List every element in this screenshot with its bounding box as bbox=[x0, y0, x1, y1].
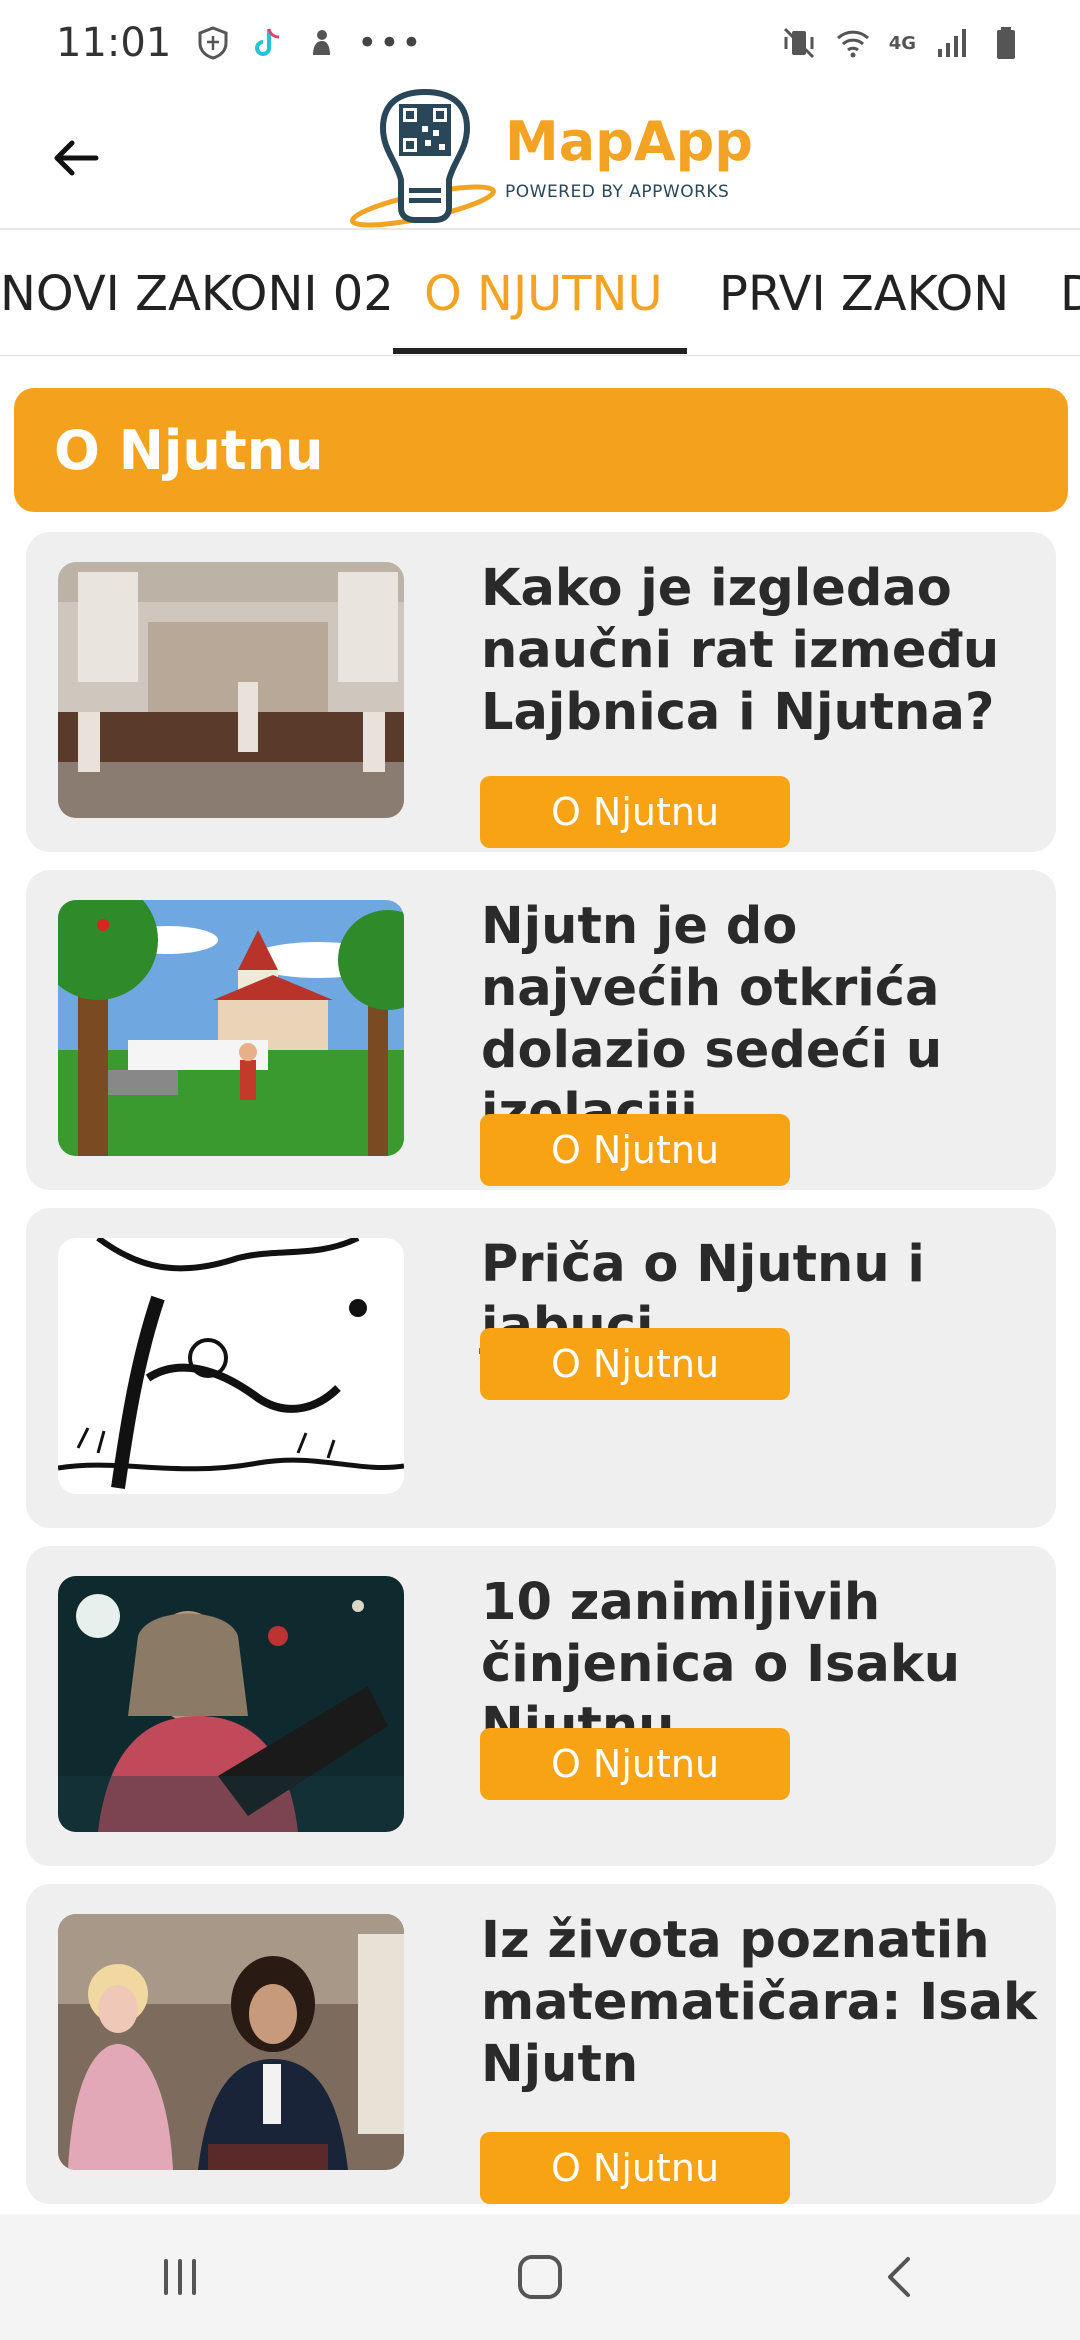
tab-o-njutnu[interactable]: O NJUTNU bbox=[424, 232, 663, 356]
shield-icon bbox=[198, 26, 228, 60]
app-header: MapApp POWERED BY APPWORKS bbox=[0, 86, 1080, 230]
signal-icon bbox=[938, 29, 966, 57]
costume-scene-image bbox=[58, 1914, 404, 2170]
home-icon bbox=[518, 2255, 562, 2299]
section-title: O Njutnu bbox=[54, 418, 324, 482]
section-header: O Njutnu bbox=[14, 388, 1068, 512]
article-card[interactable]: Njutn je do najvećih otkrića dolazio sed… bbox=[26, 870, 1056, 1190]
recent-apps-button[interactable] bbox=[120, 2227, 240, 2327]
app-name: MapApp bbox=[505, 110, 753, 173]
app-logo: MapApp POWERED BY APPWORKS bbox=[345, 88, 765, 228]
app-notification-icon bbox=[313, 30, 331, 55]
system-back-button[interactable] bbox=[840, 2227, 960, 2327]
chapel-interior-image bbox=[58, 562, 404, 818]
newton-portrait-image bbox=[58, 1576, 404, 1832]
vibrate-mute-icon bbox=[783, 27, 814, 59]
article-thumbnail bbox=[58, 1238, 404, 1494]
system-icons: 4G bbox=[781, 25, 1024, 61]
active-tab-indicator bbox=[393, 348, 687, 354]
article-title[interactable]: Njutn je do najvećih otkrića dolazio sed… bbox=[481, 896, 1041, 1144]
notification-icons: ••• bbox=[195, 23, 423, 63]
category-tabs: NOVI ZAKONI 02 O NJUTNU PRVI ZAKON D bbox=[0, 232, 1080, 356]
wifi-icon bbox=[836, 30, 869, 58]
article-thumbnail bbox=[58, 562, 404, 818]
more-notifications-icon: ••• bbox=[357, 23, 424, 63]
newton-apple-drawing-image bbox=[58, 1238, 404, 1494]
arrow-left-icon bbox=[54, 140, 99, 176]
article-card[interactable]: Priča o Njutnu i jabuci O Njutnu bbox=[26, 1208, 1056, 1528]
category-button[interactable]: O Njutnu bbox=[480, 1328, 790, 1400]
article-card[interactable]: Iz života poznatih matematičara: Isak Nj… bbox=[26, 1884, 1056, 2204]
category-button[interactable]: O Njutnu bbox=[480, 776, 790, 848]
article-title[interactable]: Kako je izgledao naučni rat između Lajbn… bbox=[481, 558, 1041, 744]
tab-prvi-zakon[interactable]: PRVI ZAKON bbox=[719, 232, 1009, 356]
chevron-left-icon bbox=[888, 2257, 910, 2297]
home-button[interactable] bbox=[480, 2227, 600, 2327]
status-bar: 11:01 ••• 4G bbox=[0, 0, 1080, 86]
battery-icon bbox=[997, 27, 1015, 59]
category-button[interactable]: O Njutnu bbox=[480, 1728, 790, 1800]
article-thumbnail bbox=[58, 900, 404, 1156]
app-tagline: POWERED BY APPWORKS bbox=[505, 182, 730, 202]
tiktok-icon bbox=[255, 28, 280, 56]
system-nav-bar bbox=[0, 2214, 1080, 2340]
article-title[interactable]: Iz života poznatih matematičara: Isak Nj… bbox=[481, 1910, 1041, 2096]
status-time: 11:01 bbox=[56, 20, 172, 66]
back-button[interactable] bbox=[40, 122, 112, 194]
category-button[interactable]: O Njutnu bbox=[480, 2132, 790, 2204]
tab-novi-zakoni-02[interactable]: NOVI ZAKONI 02 bbox=[0, 232, 394, 356]
logo-phone-icon bbox=[350, 88, 496, 228]
tab-next-partial[interactable]: D bbox=[1060, 232, 1080, 356]
category-button[interactable]: O Njutnu bbox=[480, 1114, 790, 1186]
article-card[interactable]: 10 zanimljivih činjenica o Isaku Njutnu … bbox=[26, 1546, 1056, 1866]
article-thumbnail bbox=[58, 1576, 404, 1832]
network-type-label: 4G bbox=[888, 32, 916, 54]
article-thumbnail bbox=[58, 1914, 404, 2170]
article-card[interactable]: Kako je izgledao naučni rat između Lajbn… bbox=[26, 532, 1056, 852]
cartoon-garden-image bbox=[58, 900, 404, 1156]
recent-apps-icon bbox=[164, 2259, 196, 2295]
